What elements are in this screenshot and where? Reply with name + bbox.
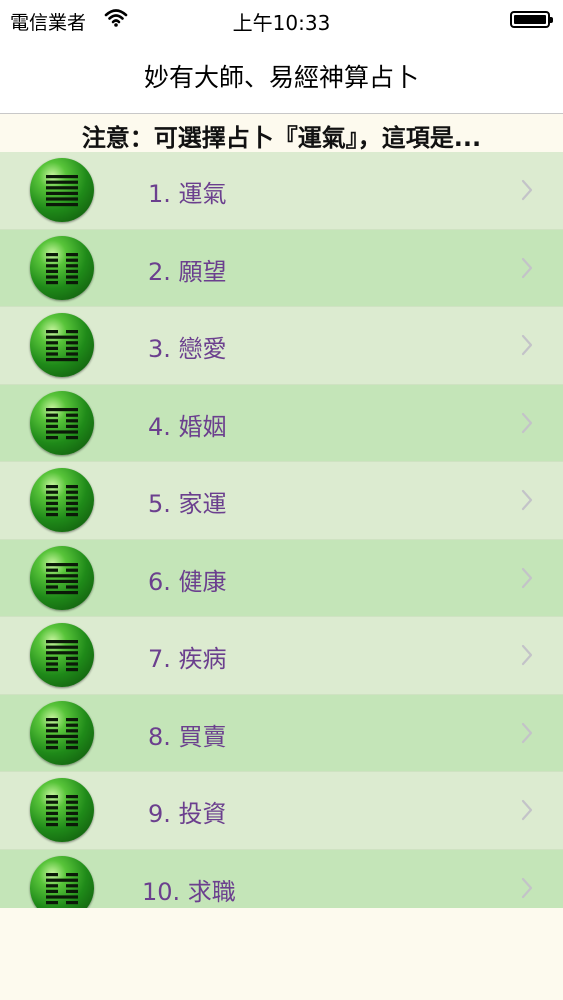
hexagram-icon: [30, 700, 94, 765]
chevron-right-icon: [520, 488, 534, 516]
chevron-right-icon: [520, 798, 534, 826]
list-item[interactable]: 10. 求職: [0, 849, 563, 908]
list-item[interactable]: 1. 運氣: [0, 152, 563, 230]
navigation-bar: 妙有大師、易經神算占卜: [0, 40, 563, 114]
notice-text: 注意：可選擇占卜『運氣』，這項是...: [81, 124, 482, 152]
clock: 上午10:33: [232, 11, 331, 35]
list-item[interactable]: 6. 健康: [0, 539, 563, 617]
chevron-right-icon: [520, 178, 534, 206]
list-item-label: 2. 願望: [148, 257, 227, 286]
list-item[interactable]: 4. 婚姻: [0, 384, 563, 462]
list-item-label: 4. 婚姻: [148, 412, 227, 441]
hexagram-icon: [30, 545, 94, 610]
hexagram-icon: [30, 855, 94, 908]
hexagram-icon: [30, 623, 94, 687]
list-item[interactable]: 3. 戀愛: [0, 307, 563, 385]
chevron-right-icon: [520, 643, 534, 671]
list-item-label: 9. 投資: [148, 800, 227, 828]
hexagram-icon: [30, 158, 94, 222]
chevron-right-icon: [520, 411, 534, 439]
list-item-label: 6. 健康: [148, 567, 227, 596]
chevron-right-icon: [520, 721, 534, 749]
divination-list: 1. 運氣 2. 願望 3. 戀愛 4. 婚姻 5. 家運 6. 健康 7. 疾病 8. 買賣…: [0, 152, 563, 908]
chevron-right-icon: [520, 256, 534, 284]
status-bar: 電信業者 上午10:33: [0, 0, 563, 40]
list-item[interactable]: 9. 投資: [0, 772, 563, 850]
list-item-label: 8. 買賣: [148, 722, 227, 751]
chevron-right-icon: [520, 333, 534, 361]
list-item[interactable]: 2. 願望: [0, 229, 563, 307]
hexagram-icon: [30, 778, 94, 842]
list-item-label: 10. 求職: [142, 877, 236, 906]
list-item-label: 7. 疾病: [148, 645, 227, 673]
hexagram-icon: [30, 313, 94, 377]
list-item[interactable]: 5. 家運: [0, 462, 563, 540]
chevron-right-icon: [520, 566, 534, 594]
hexagram-icon: [30, 390, 94, 455]
notice-banner[interactable]: 注意：可選擇占卜『運氣』，這項是...: [0, 114, 563, 152]
list-item[interactable]: 7. 疾病: [0, 617, 563, 695]
hexagram-icon: [30, 468, 94, 532]
battery-icon: [510, 11, 553, 28]
chevron-right-icon: [520, 876, 534, 904]
page-title: 妙有大師、易經神算占卜: [143, 63, 419, 92]
list-item-label: 5. 家運: [148, 490, 227, 518]
list-item-label: 3. 戀愛: [148, 335, 227, 363]
hexagram-icon: [30, 235, 94, 300]
list-item-label: 1. 運氣: [148, 180, 227, 208]
list-item[interactable]: 8. 買賣: [0, 694, 563, 772]
